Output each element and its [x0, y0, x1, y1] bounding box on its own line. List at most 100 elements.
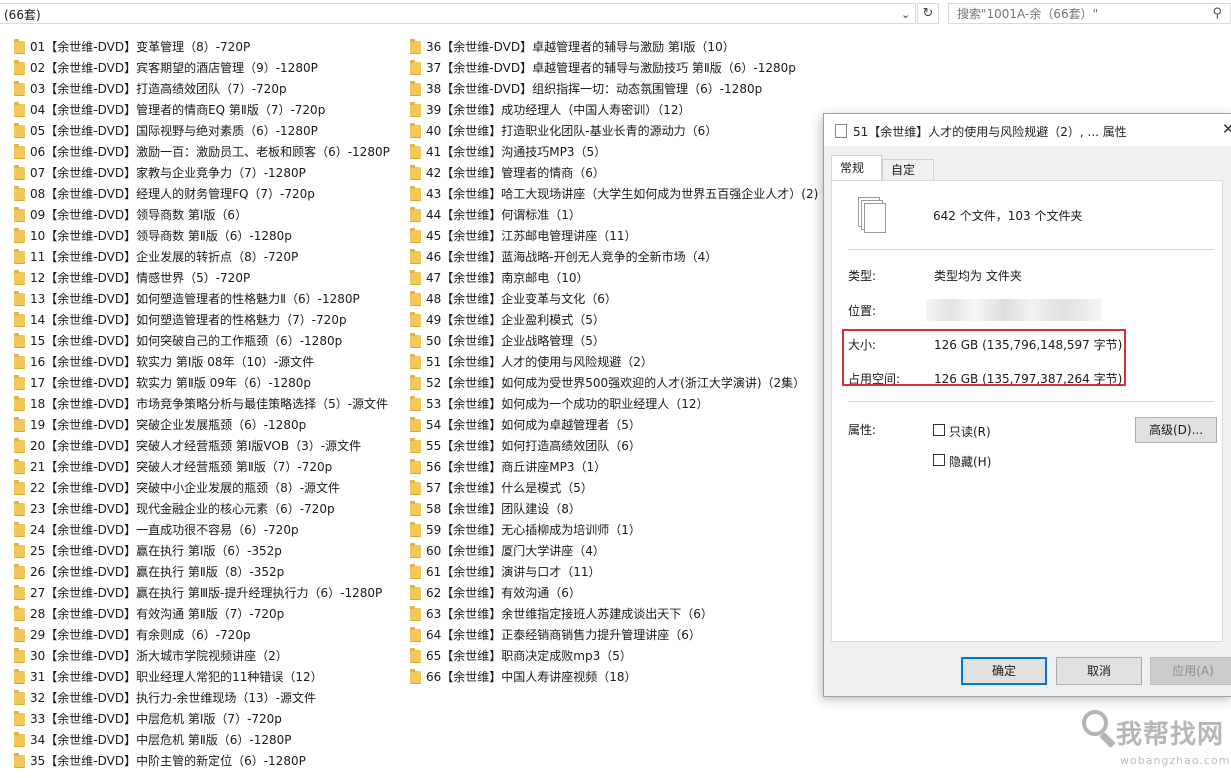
address-bar[interactable]: (66套) ⌄: [0, 3, 916, 24]
folder-icon: [410, 459, 421, 474]
folder-name: 25【余世维-DVD】赢在执行 第Ⅰ版（6）-352p: [30, 544, 282, 558]
folder-item[interactable]: 21【余世维-DVD】突破人才经营瓶颈 第Ⅱ版（7）-720p: [14, 457, 390, 478]
hidden-label[interactable]: 隐藏(H): [949, 453, 991, 470]
folder-item[interactable]: 04【余世维-DVD】管理者的情商EQ 第Ⅱ版（7）-720p: [14, 100, 390, 121]
folder-icon: [410, 39, 421, 54]
folder-item[interactable]: 22【余世维-DVD】突破中小企业发展的瓶颈（8）-源文件: [14, 478, 390, 499]
apply-button[interactable]: 应用(A): [1150, 657, 1231, 685]
close-icon[interactable]: ✕: [1222, 120, 1231, 138]
folder-item[interactable]: 56【余世维】商丘讲座MP3（1）: [410, 457, 818, 478]
folder-item[interactable]: 07【余世维-DVD】家教与企业竞争力（7）-1280P: [14, 163, 390, 184]
folder-item[interactable]: 28【余世维-DVD】有效沟通 第Ⅱ版（7）-720p: [14, 604, 390, 625]
refresh-icon[interactable]: ↻: [917, 3, 939, 24]
folder-icon: [14, 606, 25, 621]
folder-item[interactable]: 27【余世维-DVD】赢在执行 第Ⅲ版-提升经理执行力（6）-1280P: [14, 583, 390, 604]
folder-item[interactable]: 38【余世维-DVD】组织指挥一切：动态氛围管理（6）-1280p: [410, 79, 818, 100]
folder-item[interactable]: 01【余世维-DVD】变革管理（8）-720P: [14, 37, 390, 58]
folder-item[interactable]: 46【余世维】蓝海战略-开创无人竞争的全新市场（4）: [410, 247, 818, 268]
folder-item[interactable]: 05【余世维-DVD】国际视野与绝对素质（6）-1280P: [14, 121, 390, 142]
folder-item[interactable]: 48【余世维】企业变革与文化（6）: [410, 289, 818, 310]
folder-item[interactable]: 49【余世维】企业盈利模式（5）: [410, 310, 818, 331]
folder-item[interactable]: 30【余世维-DVD】浙大城市学院视频讲座（2）: [14, 646, 390, 667]
folder-item[interactable]: 13【余世维-DVD】如何塑造管理者的性格魅力Ⅱ（6）-1280P: [14, 289, 390, 310]
folder-icon: [410, 123, 421, 138]
folder-item[interactable]: 35【余世维-DVD】中阶主管的新定位（6）-1280P: [14, 751, 390, 772]
folder-item[interactable]: 54【余世维】如何成为卓越管理者（5）: [410, 415, 818, 436]
dialog-titlebar[interactable]: 51【余世维】人才的使用与风险规避（2）, ... 属性 ✕: [824, 114, 1231, 146]
folder-name: 06【余世维-DVD】激励一百：激励员工、老板和顾客（6）-1280P: [30, 145, 390, 159]
folder-item[interactable]: 37【余世维-DVD】卓越管理者的辅导与激励技巧 第Ⅱ版（6）-1280p: [410, 58, 818, 79]
advanced-button[interactable]: 高级(D)...: [1135, 417, 1217, 443]
folder-item[interactable]: 14【余世维-DVD】如何塑造管理者的性格魅力（7）-720p: [14, 310, 390, 331]
folder-item[interactable]: 44【余世维】何谓标准（1）: [410, 205, 818, 226]
folder-item[interactable]: 12【余世维-DVD】情感世界（5）-720P: [14, 268, 390, 289]
folder-name: 15【余世维-DVD】如何突破自己的工作瓶颈（6）-1280p: [30, 334, 343, 348]
hidden-checkbox[interactable]: [933, 454, 945, 466]
folder-item[interactable]: 58【余世维】团队建设（8）: [410, 499, 818, 520]
folder-item[interactable]: 41【余世维】沟通技巧MP3（5）: [410, 142, 818, 163]
folder-item[interactable]: 31【余世维-DVD】职业经理人常犯的11种错误（12）: [14, 667, 390, 688]
folder-item[interactable]: 11【余世维-DVD】企业发展的转折点（8）-720P: [14, 247, 390, 268]
folder-name: 64【余世维】正泰经销商销售力提升管理讲座（6）: [426, 628, 701, 642]
folder-name: 20【余世维-DVD】突破人才经营瓶颈 第Ⅰ版VOB（3）-源文件: [30, 439, 362, 453]
folder-name: 32【余世维-DVD】执行力-余世维现场（13）-源文件: [30, 691, 317, 705]
folder-item[interactable]: 52【余世维】如何成为受世界500强欢迎的人才(浙江大学演讲)（2集）: [410, 373, 818, 394]
folder-item[interactable]: 29【余世维-DVD】有余则成（6）-720p: [14, 625, 390, 646]
search-box[interactable]: ⚲: [948, 3, 1231, 24]
folder-item[interactable]: 06【余世维-DVD】激励一百：激励员工、老板和顾客（6）-1280P: [14, 142, 390, 163]
folder-item[interactable]: 53【余世维】如何成为一个成功的职业经理人（12）: [410, 394, 818, 415]
watermark: 我帮找网 wobangzhao.com: [1070, 706, 1231, 778]
folder-item[interactable]: 63【余世维】余世维指定接班人苏建成谈出天下（6）: [410, 604, 818, 625]
folder-item[interactable]: 09【余世维-DVD】领导商数 第Ⅰ版（6）: [14, 205, 390, 226]
folder-item[interactable]: 50【余世维】企业战略管理（5）: [410, 331, 818, 352]
folder-name: 31【余世维-DVD】职业经理人常犯的11种错误（12）: [30, 670, 323, 684]
folder-item[interactable]: 02【余世维-DVD】宾客期望的酒店管理（9）-1280P: [14, 58, 390, 79]
folder-item[interactable]: 32【余世维-DVD】执行力-余世维现场（13）-源文件: [14, 688, 390, 709]
folder-item[interactable]: 23【余世维-DVD】现代金融企业的核心元素（6）-720p: [14, 499, 390, 520]
folder-item[interactable]: 51【余世维】人才的使用与风险规避（2）: [410, 352, 818, 373]
folder-item[interactable]: 43【余世维】哈工大现场讲座（大学生如何成为世界五百强企业人才）(2): [410, 184, 818, 205]
folder-item[interactable]: 39【余世维】成功经理人（中国人寿密训）（12）: [410, 100, 818, 121]
folder-item[interactable]: 10【余世维-DVD】领导商数 第Ⅱ版（6）-1280p: [14, 226, 390, 247]
folder-item[interactable]: 33【余世维-DVD】中层危机 第Ⅰ版（7）-720p: [14, 709, 390, 730]
readonly-label[interactable]: 只读(R): [949, 423, 991, 440]
folder-item[interactable]: 45【余世维】江苏邮电管理讲座（11）: [410, 226, 818, 247]
folder-item[interactable]: 59【余世维】无心插柳成为培训师（1）: [410, 520, 818, 541]
folder-item[interactable]: 61【余世维】演讲与口才（11）: [410, 562, 818, 583]
folder-item[interactable]: 47【余世维】南京邮电（10）: [410, 268, 818, 289]
readonly-checkbox[interactable]: [933, 424, 945, 436]
folder-item[interactable]: 36【余世维-DVD】卓越管理者的辅导与激励 第Ⅰ版（10）: [410, 37, 818, 58]
ok-button[interactable]: 确定: [961, 657, 1047, 685]
folder-item[interactable]: 62【余世维】有效沟通（6）: [410, 583, 818, 604]
folder-icon: [14, 249, 25, 264]
folder-item[interactable]: 66【余世维】中国人寿讲座视频（18）: [410, 667, 818, 688]
folder-item[interactable]: 65【余世维】职商决定成败mp3（5）: [410, 646, 818, 667]
tab-general[interactable]: 常规: [831, 155, 882, 181]
folder-item[interactable]: 19【余世维-DVD】突破企业发展瓶颈（6）-1280p: [14, 415, 390, 436]
folder-item[interactable]: 40【余世维】打造职业化团队-基业长青的源动力（6）: [410, 121, 818, 142]
folder-item[interactable]: 18【余世维-DVD】市场竞争策略分析与最佳策略选择（5）-源文件: [14, 394, 390, 415]
cancel-button[interactable]: 取消: [1056, 657, 1142, 685]
folder-item[interactable]: 55【余世维】如何打造高绩效团队（6）: [410, 436, 818, 457]
folder-item[interactable]: 34【余世维-DVD】中层危机 第Ⅱ版（6）-1280P: [14, 730, 390, 751]
folder-item[interactable]: 20【余世维-DVD】突破人才经营瓶颈 第Ⅰ版VOB（3）-源文件: [14, 436, 390, 457]
search-input[interactable]: [953, 4, 1206, 23]
folder-item[interactable]: 64【余世维】正泰经销商销售力提升管理讲座（6）: [410, 625, 818, 646]
divider: [848, 401, 1214, 402]
chevron-down-icon[interactable]: ⌄: [901, 8, 910, 21]
folder-item[interactable]: 16【余世维-DVD】软实力 第Ⅰ版 08年（10）-源文件: [14, 352, 390, 373]
folder-item[interactable]: 17【余世维-DVD】软实力 第Ⅱ版 09年（6）-1280p: [14, 373, 390, 394]
folder-item[interactable]: 26【余世维-DVD】赢在执行 第Ⅱ版（8）-352p: [14, 562, 390, 583]
folder-item[interactable]: 15【余世维-DVD】如何突破自己的工作瓶颈（6）-1280p: [14, 331, 390, 352]
folder-item[interactable]: 25【余世维-DVD】赢在执行 第Ⅰ版（6）-352p: [14, 541, 390, 562]
folder-item[interactable]: 03【余世维-DVD】打造高绩效团队（7）-720p: [14, 79, 390, 100]
folder-item[interactable]: 42【余世维】管理者的情商（6）: [410, 163, 818, 184]
folder-item[interactable]: 57【余世维】什么是模式（5）: [410, 478, 818, 499]
search-icon[interactable]: ⚲: [1212, 6, 1222, 21]
folder-icon: [14, 123, 25, 138]
folder-item[interactable]: 08【余世维-DVD】经理人的财务管理FQ（7）-720p: [14, 184, 390, 205]
tab-custom[interactable]: 自定义: [882, 159, 934, 197]
folder-item[interactable]: 60【余世维】厦门大学讲座（4）: [410, 541, 818, 562]
folder-item[interactable]: 24【余世维-DVD】一直成功很不容易（6）-720p: [14, 520, 390, 541]
folder-name: 43【余世维】哈工大现场讲座（大学生如何成为世界五百强企业人才）(2): [426, 187, 819, 201]
